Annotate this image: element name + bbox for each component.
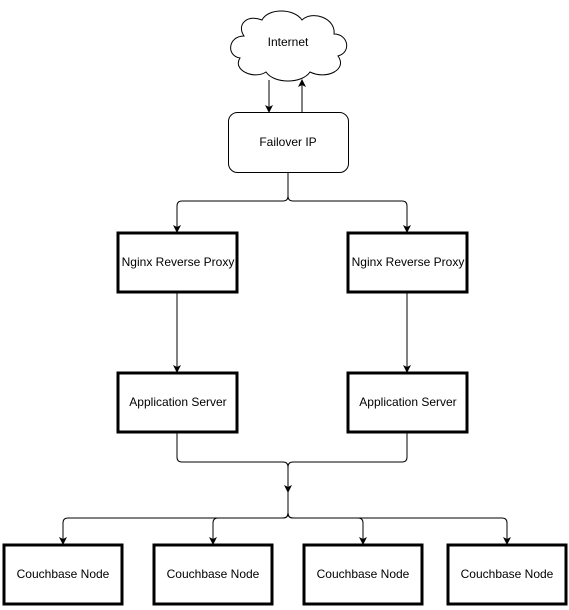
architecture-diagram: Internet Failover IP Nginx Reverse Proxy… bbox=[0, 0, 569, 610]
nginx-right-label: Nginx Reverse Proxy bbox=[351, 255, 465, 269]
couch-label-4: Couchbase Node bbox=[460, 567, 554, 581]
edge-to-couch-4 bbox=[287, 512, 511, 545]
app-left-label: Application Server bbox=[129, 395, 227, 409]
app-right-label: Application Server bbox=[359, 395, 457, 409]
edge-failover-to-nginx-left bbox=[173, 173, 289, 233]
edge-to-couch-1 bbox=[59, 490, 289, 545]
diagram-canvas bbox=[2, 10, 568, 606]
couch-label-2: Couchbase Node bbox=[166, 567, 260, 581]
couch-label-3: Couchbase Node bbox=[316, 567, 410, 581]
edge-app-left-merge bbox=[176, 433, 292, 493]
edge-to-couch-2 bbox=[209, 512, 289, 545]
couch-label-1: Couchbase Node bbox=[16, 567, 110, 581]
edge-app-right-merge bbox=[287, 433, 408, 468]
edge-failover-to-nginx-right bbox=[287, 195, 411, 233]
nginx-left-label: Nginx Reverse Proxy bbox=[121, 255, 235, 269]
failover-label: Failover IP bbox=[259, 135, 317, 149]
internet-label: Internet bbox=[267, 35, 309, 49]
